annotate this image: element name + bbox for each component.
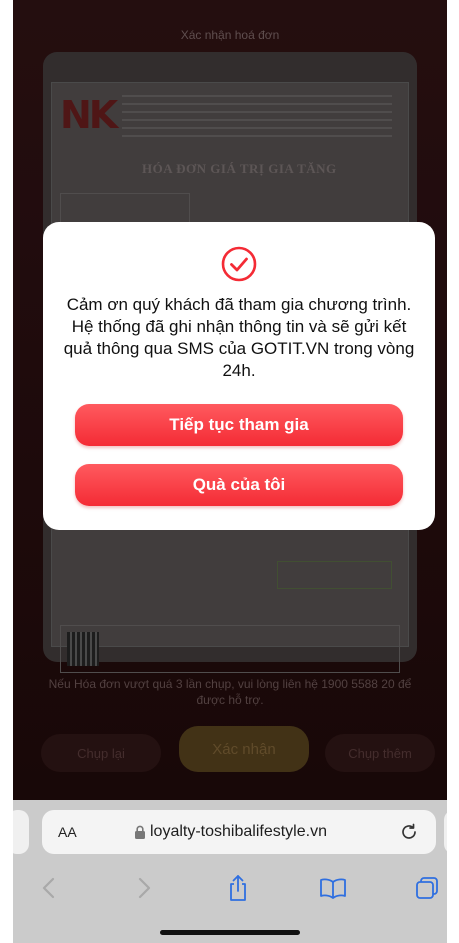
address-bar[interactable]: AA loyalty-toshibalifestyle.vn — [42, 810, 436, 854]
browser-nav — [13, 870, 447, 906]
check-circle-icon — [221, 246, 257, 282]
my-gifts-button[interactable]: Quà của tôi — [75, 464, 403, 506]
url-text: loyalty-toshibalifestyle.vn — [150, 823, 327, 840]
bookmarks-icon[interactable] — [319, 874, 347, 902]
reload-icon[interactable] — [398, 821, 420, 843]
previous-tab-preview[interactable] — [13, 810, 29, 854]
modal-message: Cảm ơn quý khách đã tham gia chương trìn… — [63, 295, 415, 380]
tabs-icon[interactable] — [413, 874, 441, 902]
next-tab-preview[interactable] — [444, 810, 447, 854]
home-indicator[interactable] — [160, 930, 300, 935]
phone-screen: Xác nhận hoá đơn NK HÓA ĐƠN GIÁ TRỊ GIA … — [13, 0, 447, 943]
forward-icon[interactable] — [130, 874, 158, 902]
continue-participating-button[interactable]: Tiếp tục tham gia — [75, 404, 403, 446]
success-modal: Cảm ơn quý khách đã tham gia chương trìn… — [43, 222, 435, 530]
text-size-button[interactable]: AA — [58, 824, 77, 840]
share-icon[interactable] — [224, 874, 252, 902]
back-icon[interactable] — [35, 874, 63, 902]
lock-icon — [135, 825, 145, 839]
browser-toolbar: AA loyalty-toshibalifestyle.vn — [13, 800, 447, 943]
